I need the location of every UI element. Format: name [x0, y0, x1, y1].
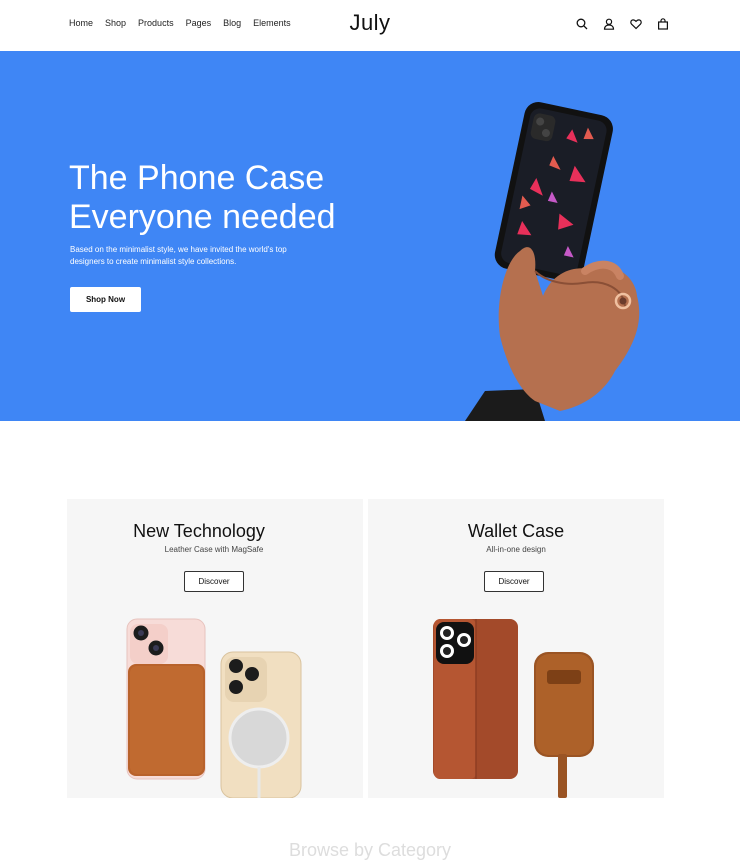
search-icon[interactable]: [576, 18, 588, 30]
nav-blog[interactable]: Blog: [223, 18, 241, 28]
hero-banner: The Phone Case Everyone needed Based on …: [0, 51, 740, 421]
nav-elements[interactable]: Elements: [253, 18, 291, 28]
user-icon[interactable]: [603, 18, 615, 30]
nav-products[interactable]: Products: [138, 18, 174, 28]
discover-button[interactable]: Discover: [184, 571, 244, 592]
main-nav: Home Shop Products Pages Blog Elements: [69, 18, 291, 28]
section-heading: Browse by Category: [288, 840, 452, 860]
hand-holding-phone-image: [465, 102, 640, 421]
wallet-case-image: [433, 619, 594, 798]
card-subtitle: Leather Case with MagSafe: [164, 545, 264, 554]
hero-title: The Phone Case Everyone needed: [69, 159, 336, 236]
promo-card-wallet-case: Wallet Case All-in-one design Discover: [368, 499, 664, 798]
card-subtitle: All-in-one design: [486, 545, 546, 554]
magsafe-case-image: [126, 618, 302, 798]
heart-icon[interactable]: [630, 18, 642, 30]
discover-button[interactable]: Discover: [484, 571, 544, 592]
nav-shop[interactable]: Shop: [105, 18, 126, 28]
site-header: Home Shop Products Pages Blog Elements J…: [0, 0, 740, 51]
shop-now-button[interactable]: Shop Now: [70, 287, 141, 312]
nav-home[interactable]: Home: [69, 18, 93, 28]
bag-icon[interactable]: [657, 18, 669, 30]
card-title: Wallet Case: [467, 521, 565, 541]
nav-pages[interactable]: Pages: [186, 18, 212, 28]
hero-subtitle: Based on the minimalist style, we have i…: [70, 245, 287, 266]
promo-card-new-technology: New Technology Leather Case with MagSafe…: [67, 499, 363, 798]
header-icons: [576, 18, 669, 30]
card-title: New Technology: [133, 521, 265, 541]
